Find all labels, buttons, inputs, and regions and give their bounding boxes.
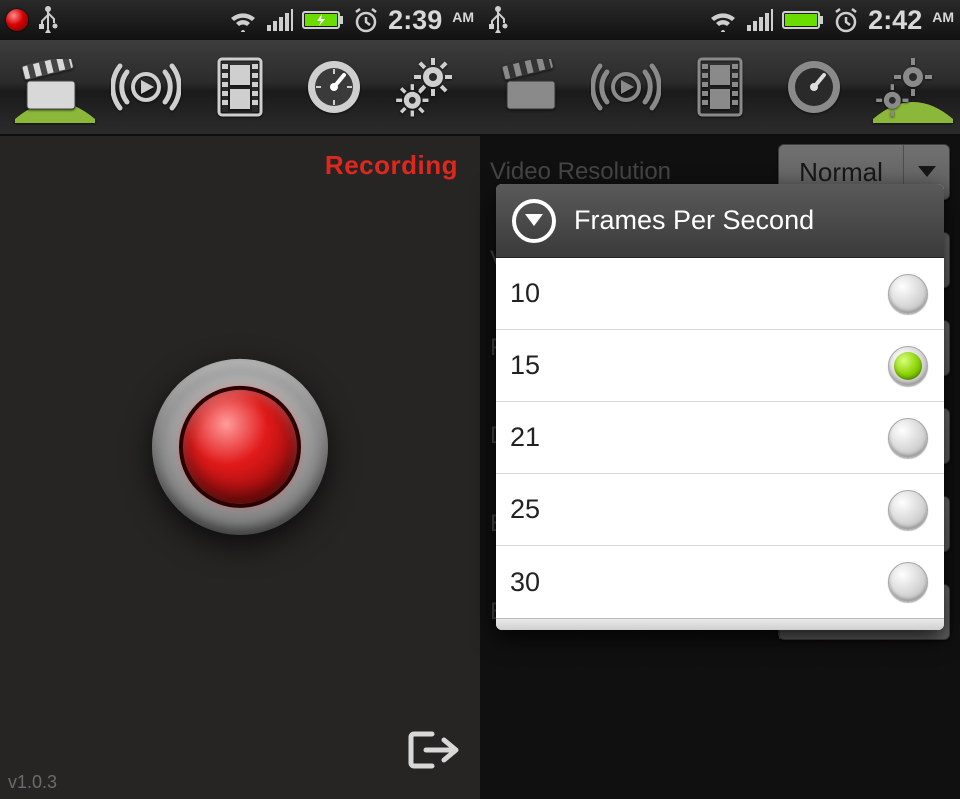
option-label: 10 bbox=[510, 278, 540, 309]
tab-record[interactable] bbox=[9, 45, 93, 129]
radio-icon bbox=[888, 346, 928, 386]
tab-performance[interactable] bbox=[292, 45, 376, 129]
dialog-title: Frames Per Second bbox=[574, 205, 814, 236]
tab-settings[interactable] bbox=[387, 45, 471, 129]
tab-live[interactable] bbox=[104, 45, 188, 129]
status-time: 2:39 bbox=[388, 5, 442, 36]
fps-option-10[interactable]: 10 bbox=[496, 258, 944, 330]
radio-icon bbox=[888, 562, 928, 602]
status-ampm: AM bbox=[932, 9, 954, 25]
radio-icon bbox=[888, 418, 928, 458]
wifi-icon bbox=[708, 8, 738, 32]
fps-option-21[interactable]: 21 bbox=[496, 402, 944, 474]
tab-performance[interactable] bbox=[772, 45, 856, 129]
alarm-icon bbox=[352, 7, 380, 33]
app-toolbar bbox=[480, 40, 960, 136]
status-ampm: AM bbox=[452, 9, 474, 25]
phone-right: 2:42 AM Video Resolution Normal bbox=[480, 0, 960, 799]
usb-icon bbox=[36, 5, 60, 35]
option-label: 21 bbox=[510, 422, 540, 453]
fps-option-25[interactable]: 25 bbox=[496, 474, 944, 546]
fps-option-15[interactable]: 15 bbox=[496, 330, 944, 402]
dialog-footer-grip bbox=[496, 618, 944, 630]
alarm-icon bbox=[832, 7, 860, 33]
version-label: v1.0.3 bbox=[8, 772, 57, 793]
wifi-icon bbox=[228, 8, 258, 32]
radio-icon bbox=[888, 274, 928, 314]
record-screen: Recording v1.0.3 bbox=[0, 136, 480, 799]
tab-videos[interactable] bbox=[678, 45, 762, 129]
dropdown-indicator-icon bbox=[512, 199, 556, 243]
signal-icon bbox=[746, 8, 774, 32]
settings-screen: Video Resolution Normal V Fr D E E bbox=[480, 136, 960, 799]
signal-icon bbox=[266, 8, 294, 32]
record-button[interactable] bbox=[152, 358, 328, 534]
battery-icon bbox=[302, 9, 344, 31]
tab-record[interactable] bbox=[489, 45, 573, 129]
radio-icon bbox=[888, 490, 928, 530]
tab-settings[interactable] bbox=[867, 45, 951, 129]
recording-indicator-icon bbox=[6, 9, 28, 31]
dialog-header: Frames Per Second bbox=[496, 184, 944, 258]
option-label: 15 bbox=[510, 350, 540, 381]
fps-option-30[interactable]: 30 bbox=[496, 546, 944, 618]
dialog-options: 10 15 21 25 30 bbox=[496, 258, 944, 618]
option-label: 30 bbox=[510, 567, 540, 598]
recording-status-label: Recording bbox=[325, 150, 458, 181]
option-label: 25 bbox=[510, 494, 540, 525]
exit-button[interactable] bbox=[406, 728, 460, 777]
tab-live[interactable] bbox=[584, 45, 668, 129]
record-button-light-icon bbox=[179, 385, 301, 507]
fps-dialog: Frames Per Second 10 15 21 25 bbox=[496, 184, 944, 630]
phone-left: 2:39 AM Recording v1.0 bbox=[0, 0, 480, 799]
status-time: 2:42 bbox=[868, 5, 922, 36]
tab-videos[interactable] bbox=[198, 45, 282, 129]
app-toolbar bbox=[0, 40, 480, 136]
battery-icon bbox=[782, 9, 824, 31]
status-bar: 2:39 AM bbox=[0, 0, 480, 40]
status-bar: 2:42 AM bbox=[480, 0, 960, 40]
usb-icon bbox=[486, 5, 510, 35]
